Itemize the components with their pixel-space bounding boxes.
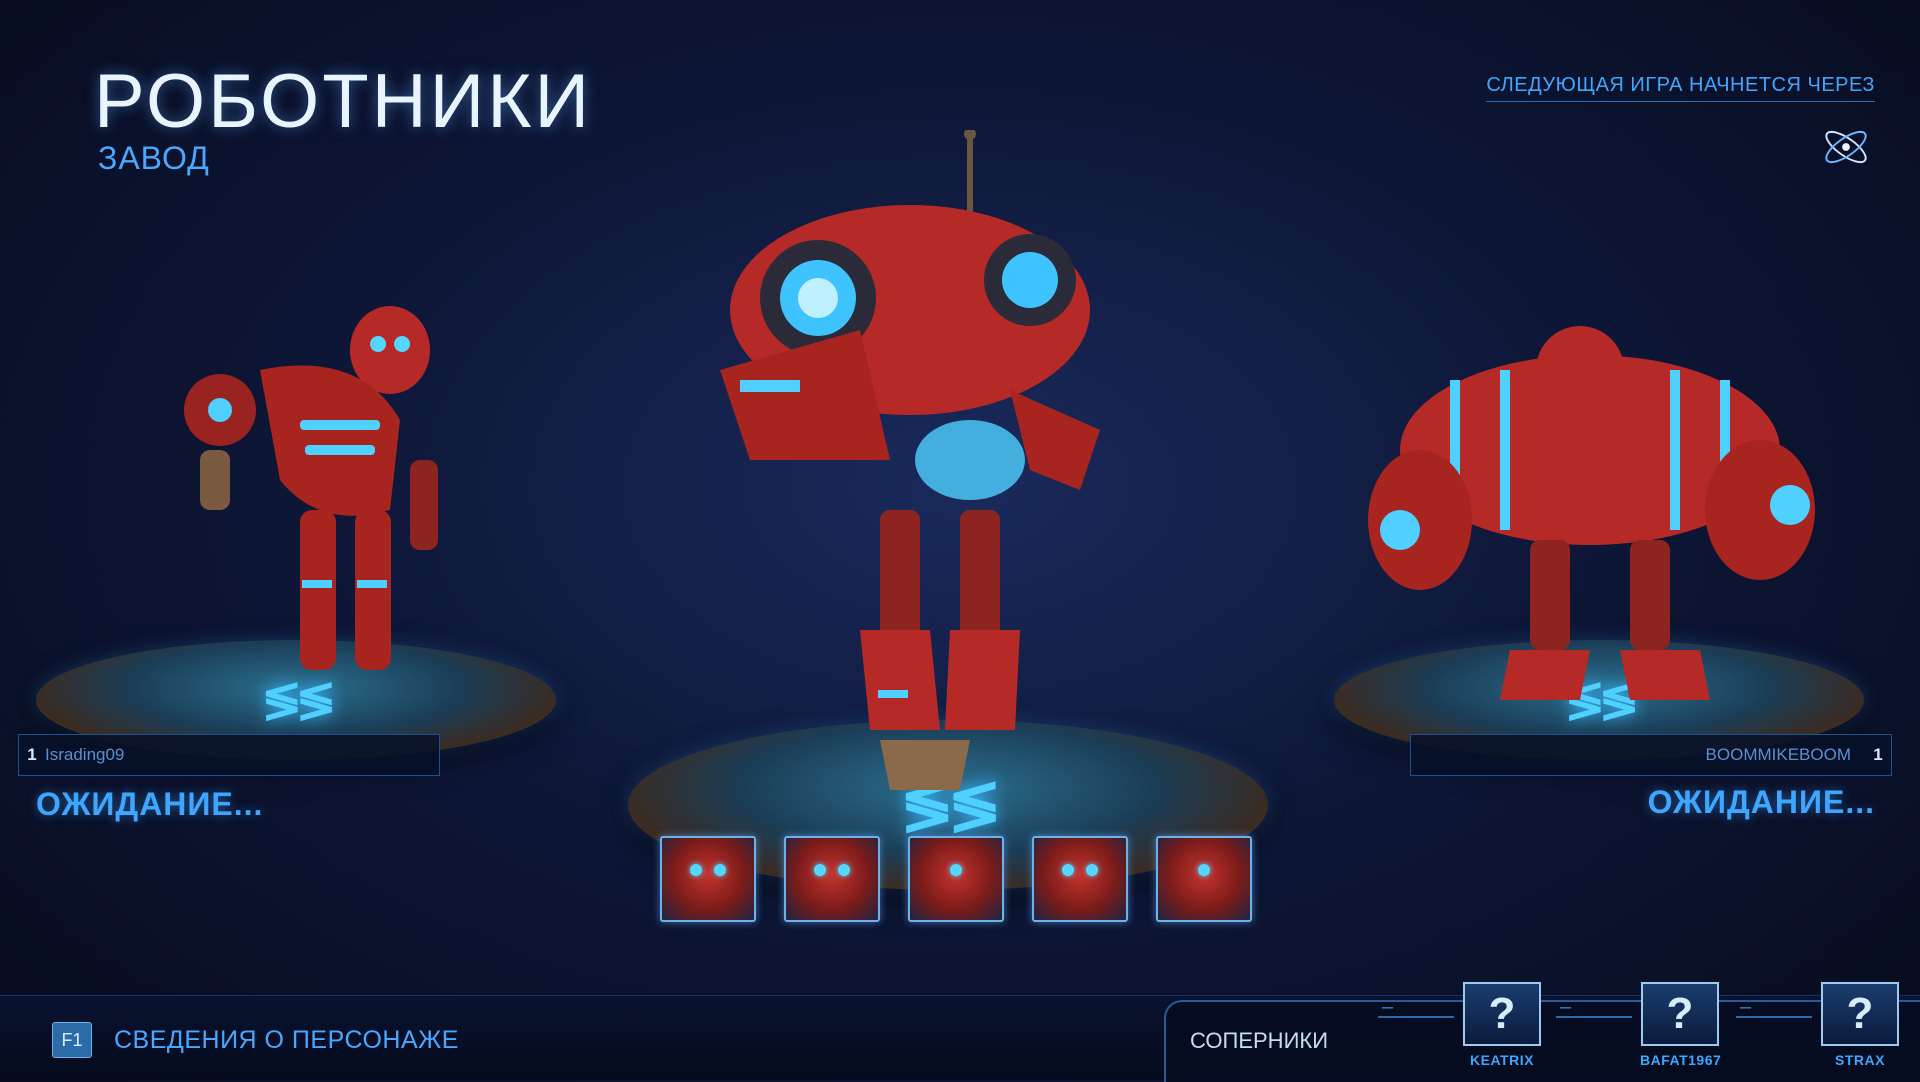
player-bar-left: 1 Israding09 [18,734,440,776]
player-name: BOOMMIKEBOOM [1705,745,1851,764]
opponent-dash: – [1736,996,1812,1018]
opponent-dash: – [1378,996,1454,1018]
opponent-name: BAFAT1967 [1640,1052,1722,1068]
opponent-name: KEATRIX [1470,1052,1534,1068]
skin-thumbnail[interactable] [1032,836,1128,922]
skin-thumbnail[interactable] [908,836,1004,922]
player-slot-number: 1 [27,745,37,764]
f1-key-badge[interactable]: F1 [52,1022,92,1058]
atom-spinner-icon [1825,130,1867,164]
opponent-dash: – [1556,996,1632,1018]
left-robot-hero [184,306,438,670]
opponent-slot: – ? STRAX [1736,982,1900,1068]
game-mode-title: РОБОТНИКИ [94,59,593,144]
player-name: Israding09 [45,745,125,764]
right-robot-hero [1368,326,1815,700]
player-bar-right: BOOMMIKEBOOM 1 [1410,734,1892,776]
skin-thumbnail[interactable] [1156,836,1252,922]
question-mark-icon: ? [1641,982,1719,1046]
skin-thumbnail[interactable] [660,836,756,922]
next-game-timer-label: СЛЕДУЮЩАЯ ИГРА НАЧНЕТСЯ ЧЕРЕЗ [1486,74,1875,102]
opponents-label: СОПЕРНИКИ [1190,1028,1329,1053]
skin-selector [660,836,1252,922]
player-status-left: ОЖИДАНИЕ... [36,786,264,822]
question-mark-icon: ? [1821,982,1899,1046]
game-mode-subtitle: ЗАВОД [98,140,210,176]
player-status-right: ОЖИДАНИЕ... [1647,784,1875,820]
hero-info-button[interactable]: СВЕДЕНИЯ О ПЕРСОНАЖЕ [114,1026,459,1055]
question-mark-icon: ? [1463,982,1541,1046]
center-robot-hero [720,130,1100,790]
opponent-slot: – ? KEATRIX [1378,982,1542,1068]
opponent-name: STRAX [1835,1052,1885,1068]
opponent-slot: – ? BAFAT1967 [1556,982,1722,1068]
skin-thumbnail[interactable] [784,836,880,922]
player-slot-number: 1 [1873,745,1883,764]
